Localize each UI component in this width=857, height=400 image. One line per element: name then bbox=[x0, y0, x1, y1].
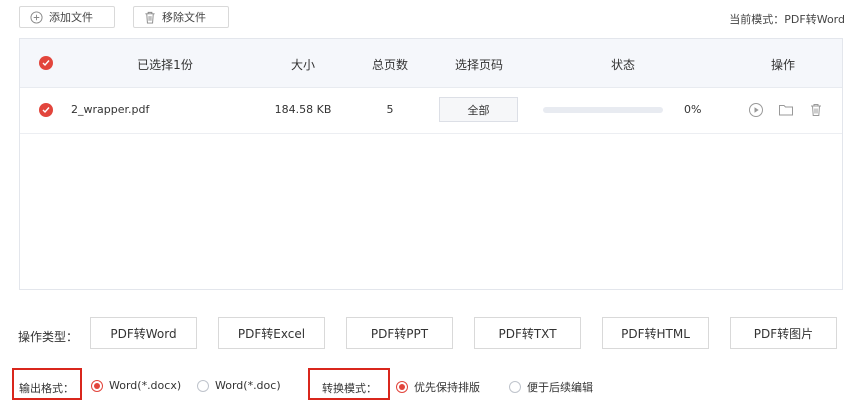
output-format-label: 输出格式： bbox=[19, 382, 74, 395]
radio-easy-edit[interactable] bbox=[509, 381, 521, 393]
header-actions: 操作 bbox=[770, 58, 796, 72]
radio-keep-layout[interactable] bbox=[396, 381, 408, 393]
operation-type-label: 操作类型： bbox=[18, 330, 79, 344]
folder-icon[interactable] bbox=[778, 102, 794, 118]
select-all-checkbox[interactable] bbox=[39, 56, 53, 70]
page-select-button[interactable]: 全部 bbox=[439, 97, 518, 122]
type-label: PDF转Excel bbox=[237, 326, 306, 341]
trash-icon[interactable] bbox=[808, 102, 824, 118]
file-table: 已选择1份 大小 总页数 选择页码 状态 操作 2_wrapper.pdf 18… bbox=[19, 38, 843, 290]
type-pdf-to-image[interactable]: PDF转图片 bbox=[730, 317, 837, 349]
type-pdf-to-html[interactable]: PDF转HTML bbox=[602, 317, 709, 349]
plus-circle-icon bbox=[30, 10, 43, 24]
type-pdf-to-word[interactable]: PDF转Word bbox=[90, 317, 197, 349]
header-size: 大小 bbox=[290, 58, 316, 72]
format-option-label: Word(*.docx) bbox=[109, 379, 182, 392]
progress-text: 0% bbox=[684, 103, 702, 116]
page-count: 5 bbox=[386, 103, 394, 116]
type-label: PDF转HTML bbox=[621, 326, 690, 341]
header-page-select: 选择页码 bbox=[454, 58, 504, 72]
current-mode-text: 当前模式：PDF转Word bbox=[729, 13, 845, 26]
mode-option-easy-edit[interactable]: 便于后续编辑 bbox=[509, 379, 593, 395]
type-label: PDF转图片 bbox=[753, 326, 814, 341]
progress-bar bbox=[543, 107, 663, 113]
play-circle-icon[interactable] bbox=[748, 102, 764, 118]
type-pdf-to-excel[interactable]: PDF转Excel bbox=[218, 317, 325, 349]
table-header: 已选择1份 大小 总页数 选择页码 状态 操作 bbox=[20, 39, 842, 88]
header-selected: 已选择1份 bbox=[137, 58, 193, 72]
mode-option-label: 便于后续编辑 bbox=[527, 381, 593, 394]
radio-docx[interactable] bbox=[91, 379, 103, 392]
file-size: 184.58 KB bbox=[274, 103, 332, 116]
type-label: PDF转TXT bbox=[498, 326, 557, 341]
type-label: PDF转PPT bbox=[370, 326, 429, 341]
check-icon bbox=[42, 107, 50, 114]
page-select-label: 全部 bbox=[467, 103, 490, 117]
convert-mode-label: 转换模式： bbox=[322, 382, 377, 395]
type-pdf-to-txt[interactable]: PDF转TXT bbox=[474, 317, 581, 349]
mode-option-label: 优先保持排版 bbox=[414, 381, 480, 394]
header-pages: 总页数 bbox=[371, 58, 409, 72]
row-checkbox[interactable] bbox=[39, 103, 53, 117]
format-option-label: Word(*.doc) bbox=[215, 379, 281, 392]
file-name: 2_wrapper.pdf bbox=[71, 103, 150, 116]
table-row: 2_wrapper.pdf 184.58 KB 5 全部 0% bbox=[20, 87, 842, 134]
format-option-docx[interactable]: Word(*.docx) bbox=[91, 379, 181, 392]
type-label: PDF转Word bbox=[110, 326, 177, 341]
remove-file-button[interactable]: 移除文件 bbox=[133, 6, 229, 28]
mode-option-keep-layout[interactable]: 优先保持排版 bbox=[396, 379, 480, 395]
trash-icon bbox=[144, 11, 156, 24]
check-icon bbox=[42, 60, 50, 67]
add-file-label: 添加文件 bbox=[49, 11, 93, 24]
format-option-doc[interactable]: Word(*.doc) bbox=[197, 379, 281, 392]
add-file-button[interactable]: 添加文件 bbox=[19, 6, 115, 28]
header-status: 状态 bbox=[610, 58, 636, 72]
remove-file-label: 移除文件 bbox=[162, 11, 206, 24]
type-pdf-to-ppt[interactable]: PDF转PPT bbox=[346, 317, 453, 349]
radio-doc[interactable] bbox=[197, 379, 209, 392]
